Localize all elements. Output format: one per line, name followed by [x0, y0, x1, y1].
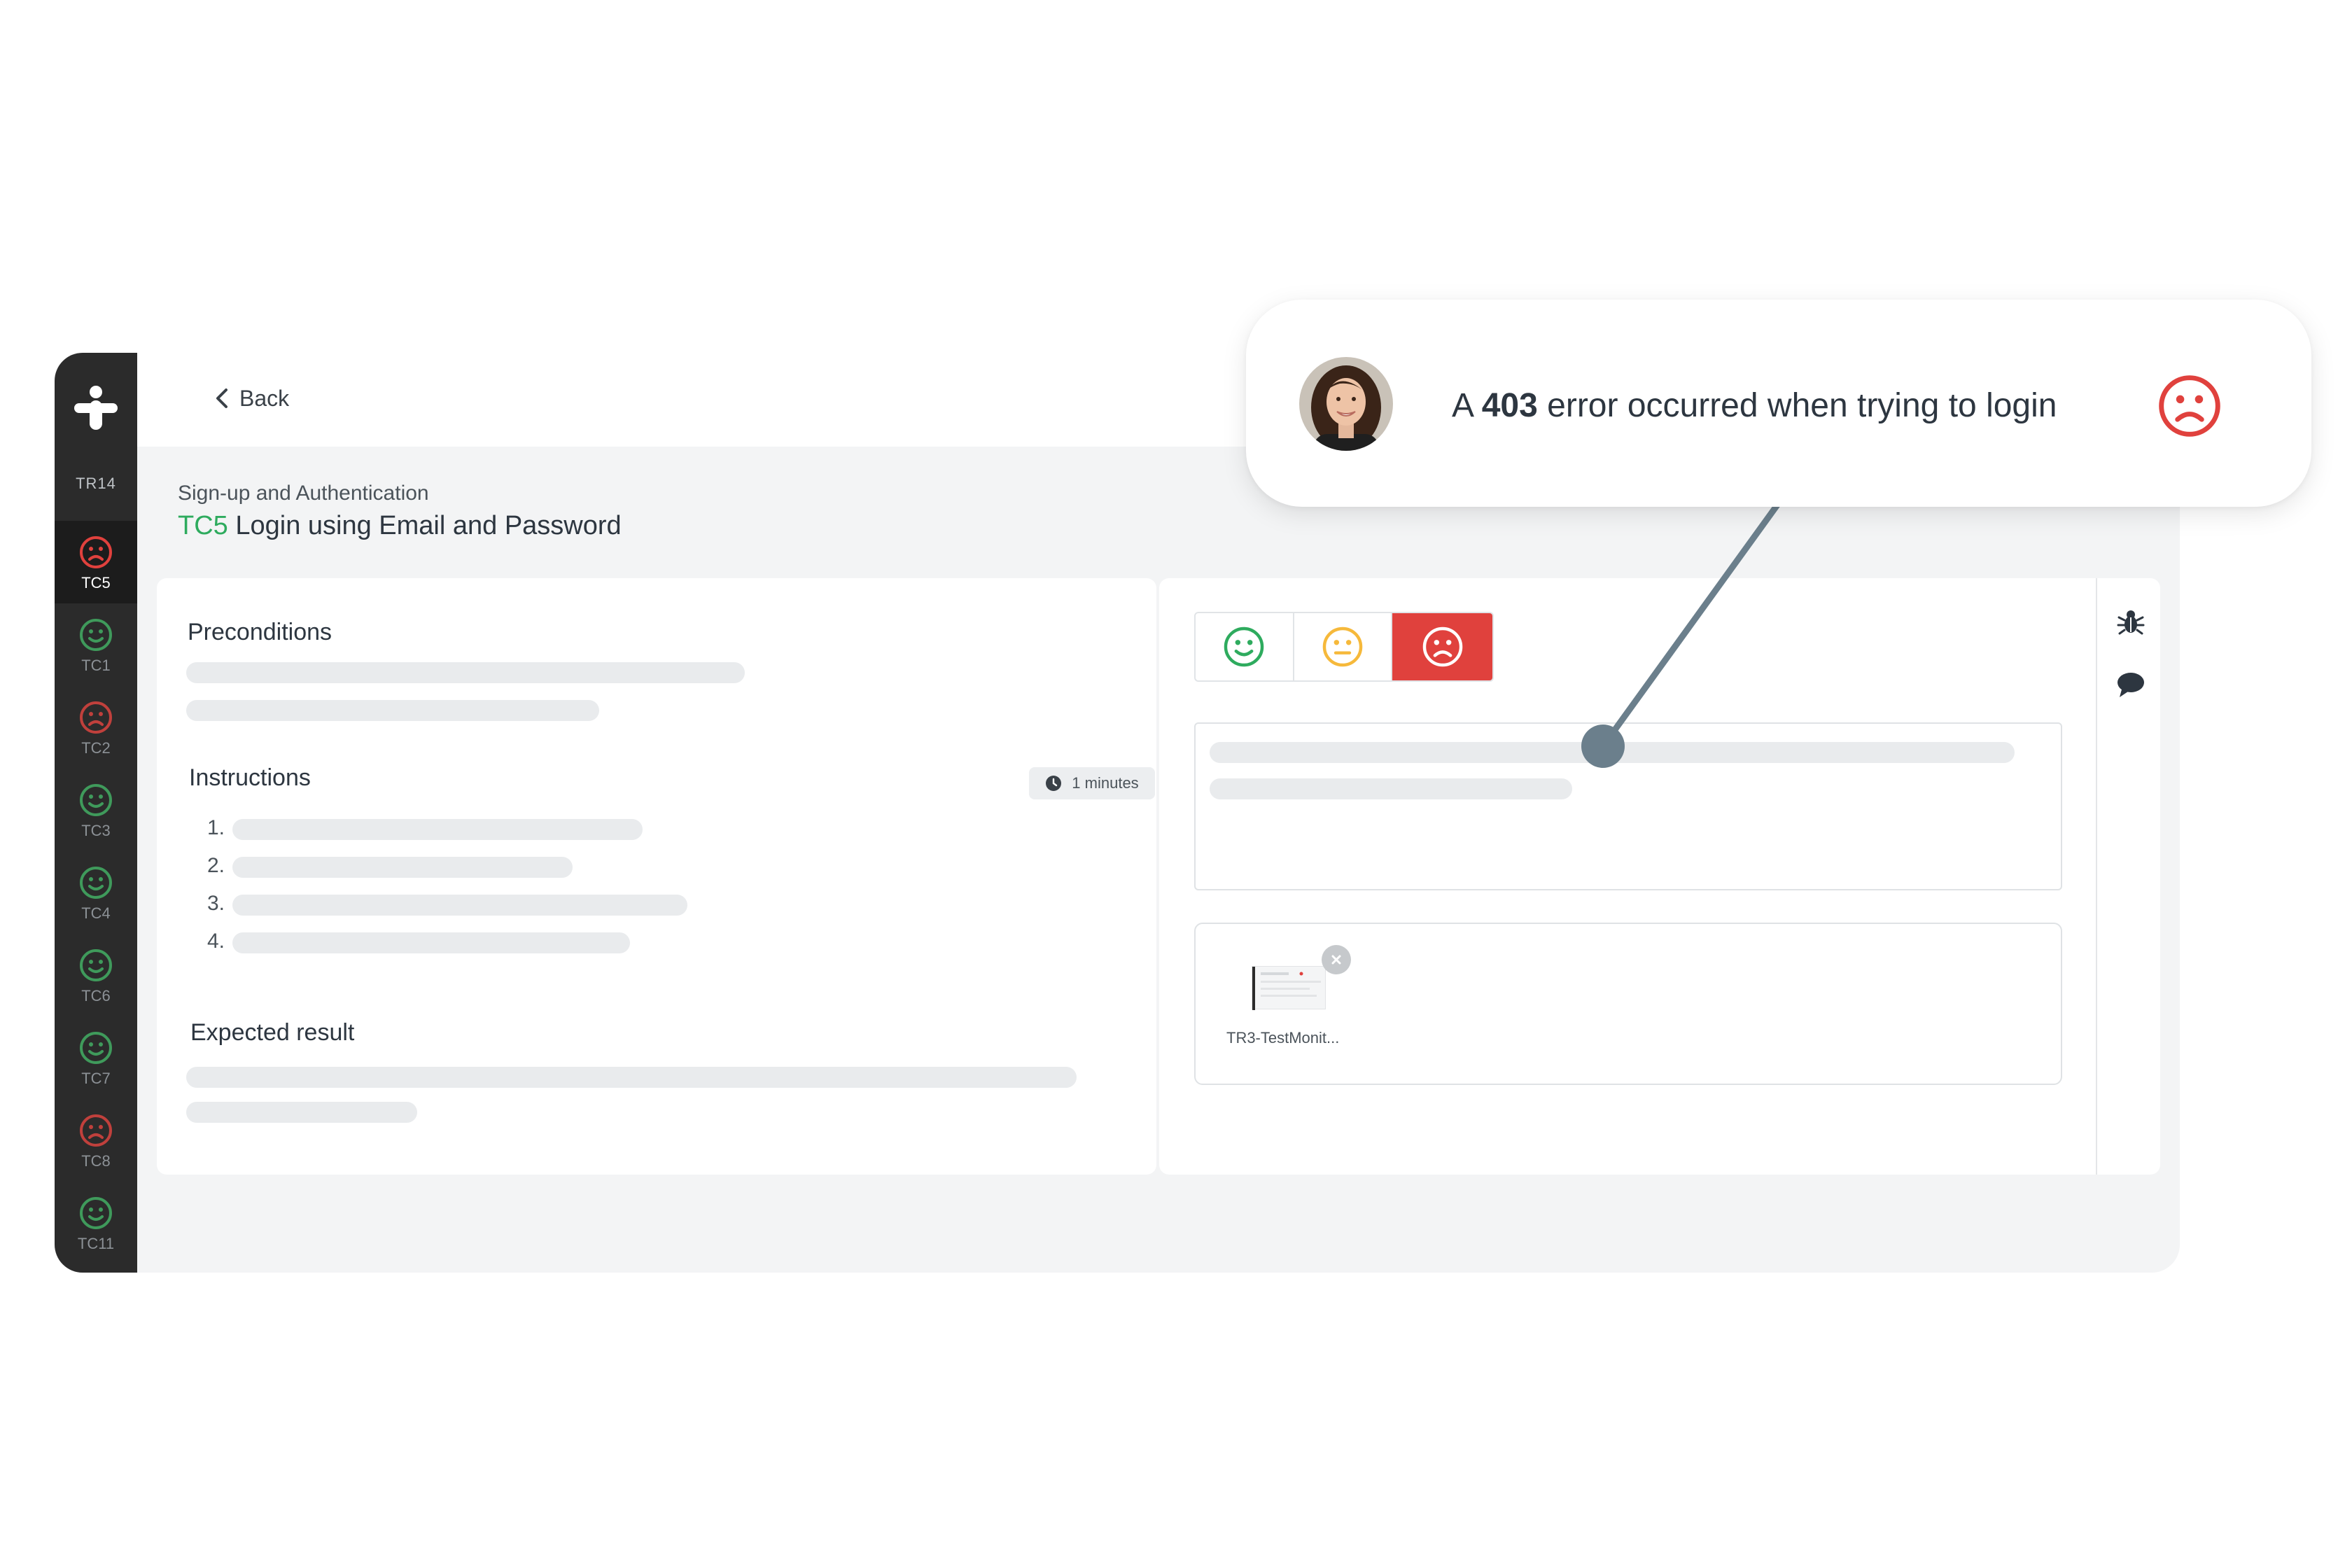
sad-face-icon — [2159, 375, 2220, 437]
placeholder-line — [232, 857, 573, 878]
back-button[interactable]: Back — [214, 381, 289, 416]
placeholder-line — [1210, 778, 1572, 799]
status-failed-button[interactable] — [1392, 613, 1492, 680]
neutral-face-icon — [1322, 626, 1363, 667]
suite-name: Sign-up and Authentication — [178, 482, 429, 505]
sidebar-item-label: TC4 — [81, 904, 111, 922]
duration-label: 1 minutes — [1072, 774, 1139, 792]
smile-face-icon — [80, 784, 112, 816]
screenshot-preview-icon — [1252, 967, 1321, 1010]
placeholder-line — [186, 1067, 1077, 1088]
status-passed-button[interactable] — [1196, 613, 1294, 680]
test-result-panel: TR3-TestMonit... — [1159, 578, 2160, 1175]
sidebar-item-label: TC11 — [77, 1235, 115, 1252]
test-case-details-panel: Preconditions Instructions 1 minutes 1. … — [157, 578, 1184, 1175]
sidebar-item-label: TC7 — [81, 1070, 111, 1087]
status-selector — [1194, 612, 1494, 682]
comment-icon[interactable] — [2115, 669, 2146, 700]
placeholder-line — [186, 700, 599, 721]
sad-face-icon — [1422, 626, 1462, 667]
instructions-heading: Instructions — [189, 764, 311, 791]
step-number: 3. — [207, 892, 225, 915]
smile-face-icon — [80, 619, 112, 651]
placeholder-line — [232, 932, 630, 953]
attachment-thumbnail[interactable] — [1252, 966, 1326, 1010]
sidebar-item-tc6[interactable]: TC6 — [55, 934, 137, 1016]
sidebar-item-label: TC8 — [81, 1152, 111, 1170]
sidebar-item-tc8[interactable]: TC8 — [55, 1099, 137, 1182]
back-label: Back — [239, 385, 290, 411]
test-case-title: Login using Email and Password — [227, 511, 622, 540]
sidebar-item-tc3[interactable]: TC3 — [55, 769, 137, 851]
test-case-code: TC5 — [178, 511, 228, 540]
smile-face-icon — [80, 867, 112, 899]
remove-attachment-button[interactable] — [1322, 945, 1351, 974]
attachment-filename: TR3-TestMonit... — [1226, 1029, 1340, 1046]
duration-badge: 1 minutes — [1029, 767, 1155, 799]
sidebar-item-tc4[interactable]: TC4 — [55, 851, 137, 934]
smile-face-icon — [80, 1197, 112, 1229]
sidebar-item-tc11[interactable]: TC11 — [55, 1182, 137, 1264]
chevron-left-icon — [216, 388, 227, 408]
app-logo[interactable] — [55, 378, 137, 434]
placeholder-line — [232, 819, 643, 840]
sad-face-icon — [80, 536, 112, 568]
sad-face-icon — [80, 701, 112, 734]
placeholder-line — [1210, 742, 2015, 763]
comment-callout: A 403 error occurred when trying to logi… — [1246, 300, 2311, 507]
sidebar-item-label: TC1 — [81, 657, 111, 674]
tool-column — [2096, 578, 2160, 1175]
sidebar-item-tc7[interactable]: TC7 — [55, 1016, 137, 1099]
smile-face-icon — [1224, 626, 1264, 667]
clock-icon — [1046, 776, 1062, 791]
test-run-label: TR14 — [76, 475, 116, 492]
page-title: TC5 Login using Email and Password — [178, 511, 622, 541]
user-avatar — [1299, 357, 1393, 451]
test-case-sidebar: TR14 TC5 TC1 TC2 TC3 TC4 TC6 TC7 TC8 TC1… — [55, 353, 137, 1273]
placeholder-line — [232, 895, 687, 916]
step-number: 1. — [207, 816, 225, 839]
sidebar-item-label: TC3 — [81, 822, 111, 839]
sidebar-item-tc1[interactable]: TC1 — [55, 603, 137, 686]
step-number: 2. — [207, 854, 225, 877]
smile-face-icon — [80, 1032, 112, 1064]
sad-face-icon — [80, 1114, 112, 1147]
bug-icon[interactable] — [2115, 606, 2146, 637]
sidebar-item-label: TC2 — [81, 739, 111, 757]
placeholder-line — [186, 1102, 417, 1123]
sidebar-item-label: TC6 — [81, 987, 111, 1004]
status-blocked-button[interactable] — [1294, 613, 1393, 680]
step-number: 4. — [207, 930, 225, 953]
placeholder-line — [186, 662, 745, 683]
preconditions-heading: Preconditions — [188, 619, 332, 645]
attachments-area[interactable]: TR3-TestMonit... — [1194, 923, 2062, 1085]
result-comment-input[interactable] — [1194, 722, 2062, 890]
expected-result-heading: Expected result — [190, 1019, 355, 1046]
sidebar-item-label: TC5 — [81, 574, 111, 592]
smile-face-icon — [80, 949, 112, 981]
sidebar-item-tc2[interactable]: TC2 — [55, 686, 137, 769]
close-icon — [1331, 955, 1341, 965]
sidebar-item-tc5[interactable]: TC5 — [55, 521, 137, 603]
comment-text: A 403 error occurred when trying to logi… — [1452, 387, 2057, 424]
